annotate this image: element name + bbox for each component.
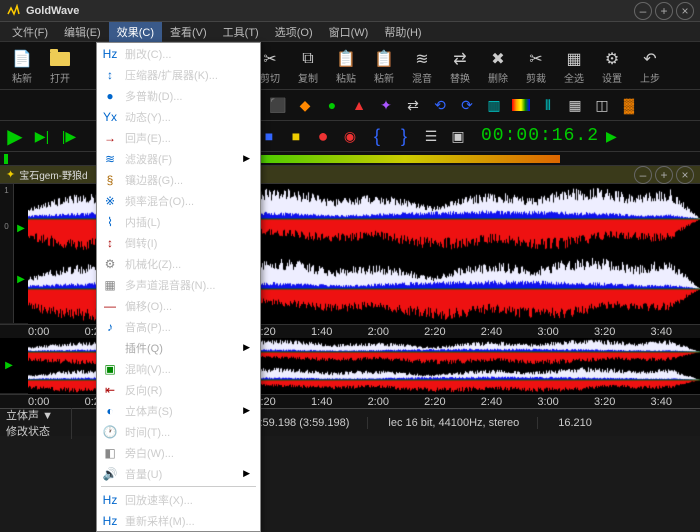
- tool-icon[interactable]: ●: [320, 93, 344, 117]
- channel-play-icon[interactable]: ▶: [17, 223, 25, 234]
- menu-item[interactable]: ≋滤波器(F)▶: [97, 148, 260, 169]
- menu-item[interactable]: ⚙机械化(Z)...: [97, 253, 260, 274]
- menu-item[interactable]: §镶边器(G)...: [97, 169, 260, 190]
- menu-bar: 文件(F)编辑(E)效果(C)查看(V)工具(T)选项(O)窗口(W)帮助(H): [0, 22, 700, 42]
- menu-item[interactable]: ↕倒转(I): [97, 232, 260, 253]
- playhead-icon: ▶: [606, 128, 617, 145]
- menu-item[interactable]: →回声(E)...: [97, 127, 260, 148]
- window-button[interactable]: ▣: [446, 124, 470, 148]
- pause-button[interactable]: ■: [284, 124, 308, 148]
- minimize-button[interactable]: –: [634, 2, 652, 20]
- toolbar-button[interactable]: ▦全选: [556, 46, 592, 88]
- menu-item[interactable]: ◧旁白(W)...: [97, 442, 260, 463]
- menu-item: 插件(Q)▶: [97, 337, 260, 358]
- record-button[interactable]: ●: [311, 124, 335, 148]
- toolbar-button[interactable]: 打开: [42, 46, 78, 88]
- menu-item[interactable]: 文件(F): [4, 22, 56, 42]
- menu-item[interactable]: 窗口(W): [321, 22, 377, 42]
- menu-item[interactable]: 🔊音量(U)▶: [97, 463, 260, 484]
- channel-play-icon[interactable]: ▶: [17, 274, 25, 285]
- toolbar-button[interactable]: ≋混音: [404, 46, 440, 88]
- close-button[interactable]: ×: [676, 2, 694, 20]
- menu-item[interactable]: 选项(O): [267, 22, 321, 42]
- menu-item[interactable]: ※频率混合(O)...: [97, 190, 260, 211]
- toolbar-button[interactable]: ⚙设置: [594, 46, 630, 88]
- tool-icon[interactable]: ▓: [617, 93, 641, 117]
- toolbar-button[interactable]: 📋粘贴: [328, 46, 364, 88]
- doc-icon: ✦: [6, 168, 15, 181]
- menu-item[interactable]: Hz删改(C)...: [97, 43, 260, 64]
- toolbar-button[interactable]: 📋粘新: [366, 46, 402, 88]
- play-loop-button[interactable]: |▶: [57, 124, 81, 148]
- tool-icon[interactable]: ✦: [374, 93, 398, 117]
- menu-item[interactable]: ⌇内插(L): [97, 211, 260, 232]
- tool-icon[interactable]: ◫: [590, 93, 614, 117]
- menu-item[interactable]: ▣混响(V)...: [97, 358, 260, 379]
- toolbar-button[interactable]: ⇄替换: [442, 46, 478, 88]
- tool-icon[interactable]: [509, 93, 533, 117]
- doc-minimize-button[interactable]: –: [634, 166, 652, 184]
- menu-item[interactable]: Hz重新采样(M)...: [97, 510, 260, 531]
- menu-item[interactable]: ▦多声道混音器(N)...: [97, 274, 260, 295]
- tool-icon[interactable]: ⦀: [536, 93, 560, 117]
- tool-icon[interactable]: ▥: [482, 93, 506, 117]
- play-button[interactable]: ▶: [3, 124, 27, 148]
- doc-maximize-button[interactable]: +: [655, 166, 673, 184]
- menu-item[interactable]: ♪音高(P)...: [97, 316, 260, 337]
- tool-icon[interactable]: ⟲: [428, 93, 452, 117]
- menu-item[interactable]: ◐立体声(S)▶: [97, 400, 260, 421]
- toolbar-button[interactable]: ⧉复制: [290, 46, 326, 88]
- tool-icon[interactable]: ▦: [563, 93, 587, 117]
- tool-icon[interactable]: ⬛: [266, 93, 290, 117]
- timecode-display: 00:00:16.2: [481, 126, 599, 146]
- menu-item[interactable]: ●多普勒(D)...: [97, 85, 260, 106]
- toolbar-button[interactable]: ↶上步: [632, 46, 668, 88]
- effects-menu: Hz删改(C)...↕压缩器/扩展器(K)...●多普勒(D)...Yx动态(Y…: [96, 42, 261, 532]
- menu-item[interactable]: 编辑(E): [56, 22, 109, 42]
- menu-item[interactable]: —偏移(O)...: [97, 295, 260, 316]
- toolbar-button[interactable]: ✂剪裁: [518, 46, 554, 88]
- tool-icon[interactable]: ▲: [347, 93, 371, 117]
- status-format: lec 16 bit, 44100Hz, stereo: [388, 417, 538, 429]
- menu-item[interactable]: ⇤反向(R): [97, 379, 260, 400]
- menu-item[interactable]: 效果(C): [109, 22, 162, 42]
- menu-item[interactable]: Yx动态(Y)...: [97, 106, 260, 127]
- record2-button[interactable]: ◉: [338, 124, 362, 148]
- tool-icon[interactable]: ⇄: [401, 93, 425, 117]
- menu-item[interactable]: ↕压缩器/扩展器(K)...: [97, 64, 260, 85]
- marker-start-icon[interactable]: {: [365, 124, 389, 148]
- menu-item[interactable]: 🕐时间(T)...: [97, 421, 260, 442]
- status-position: 16.210: [558, 417, 592, 429]
- menu-item[interactable]: 帮助(H): [376, 22, 429, 42]
- tool-icon[interactable]: ⟳: [455, 93, 479, 117]
- doc-close-button[interactable]: ×: [676, 166, 694, 184]
- toolbar-button[interactable]: ✖删除: [480, 46, 516, 88]
- tool-icon[interactable]: ◆: [293, 93, 317, 117]
- maximize-button[interactable]: +: [655, 2, 673, 20]
- toolbar-button[interactable]: 📄粘新: [4, 46, 40, 88]
- app-logo-icon: [6, 4, 20, 18]
- channel-play-icon[interactable]: ▶: [5, 360, 13, 371]
- title-bar: GoldWave – + ×: [0, 0, 700, 22]
- marker-end-icon[interactable]: }: [392, 124, 416, 148]
- menu-item[interactable]: 工具(T): [215, 22, 267, 42]
- amplitude-ruler: 10: [0, 184, 14, 323]
- menu-item[interactable]: 查看(V): [162, 22, 215, 42]
- props-button[interactable]: ☰: [419, 124, 443, 148]
- play-sel-button[interactable]: ▶|: [30, 124, 54, 148]
- app-title: GoldWave: [26, 5, 634, 17]
- status-channels[interactable]: 立体声 ▼修改状态: [6, 407, 72, 439]
